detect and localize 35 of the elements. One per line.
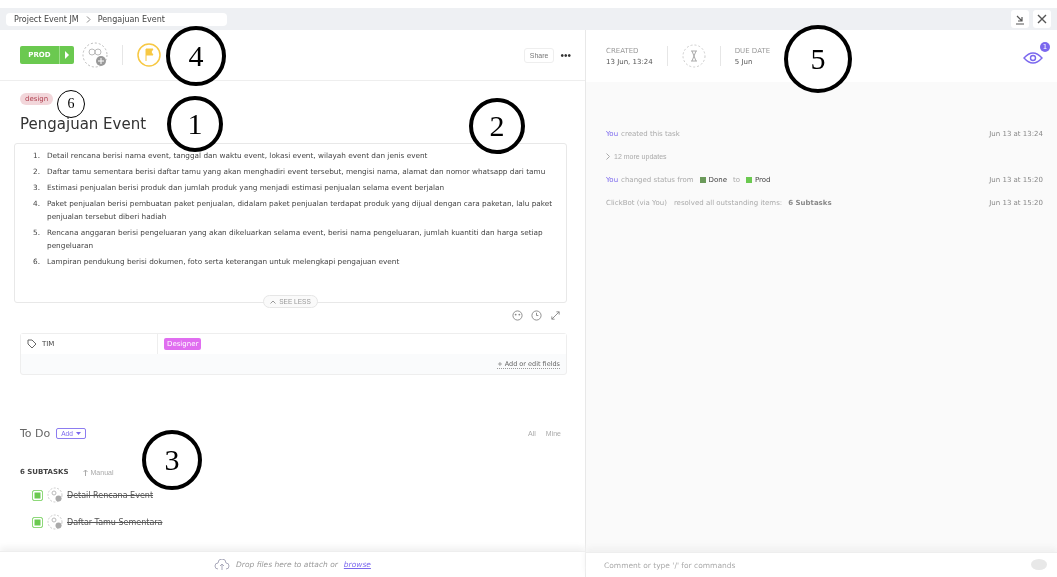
more-button[interactable]: ••• <box>560 49 571 61</box>
caret-down-icon <box>75 432 81 435</box>
tag-icon <box>27 339 37 349</box>
arrow-up-icon <box>82 468 88 476</box>
flag-icon[interactable] <box>137 43 161 67</box>
subtask-name[interactable]: Daftar Tamu Sementara <box>67 517 163 527</box>
todo-heading: To Do <box>20 427 51 440</box>
annotation-circle: 1 <box>167 96 223 152</box>
caret-up-icon <box>270 299 277 304</box>
minimize-icon <box>1014 13 1026 25</box>
annotation-circle: 4 <box>166 26 226 86</box>
chevron-icon <box>606 153 610 160</box>
hourglass-icon[interactable] <box>681 44 706 68</box>
annotation-circle: 6 <box>57 90 85 118</box>
minimize-button[interactable] <box>1011 10 1029 28</box>
close-button[interactable] <box>1033 10 1051 28</box>
breadcrumb-link[interactable]: Project Event JM <box>14 14 79 24</box>
cloud-upload-icon <box>214 558 231 571</box>
eye-icon[interactable] <box>1023 51 1043 65</box>
subtask-name[interactable]: Detail Rencana Event <box>67 490 154 500</box>
close-icon <box>1036 13 1048 25</box>
status-caret-button[interactable] <box>59 46 74 64</box>
history-icon[interactable] <box>531 310 542 321</box>
assignee-icon[interactable] <box>47 514 63 530</box>
annotation-circle: 2 <box>469 98 525 154</box>
assignee-icon[interactable] <box>82 42 108 68</box>
subtask-checkbox[interactable] <box>32 516 43 528</box>
breadcrumb-link[interactable]: Pengajuan Event <box>97 14 165 24</box>
assignee-icon[interactable] <box>47 487 63 503</box>
caret-icon <box>64 51 70 59</box>
expand-icon[interactable] <box>550 310 561 321</box>
task-title[interactable]: Pengajuan Event <box>20 115 147 133</box>
subtask-checkbox[interactable] <box>32 489 43 501</box>
chevron-icon <box>85 15 91 23</box>
annotation-circle: 3 <box>142 430 202 490</box>
